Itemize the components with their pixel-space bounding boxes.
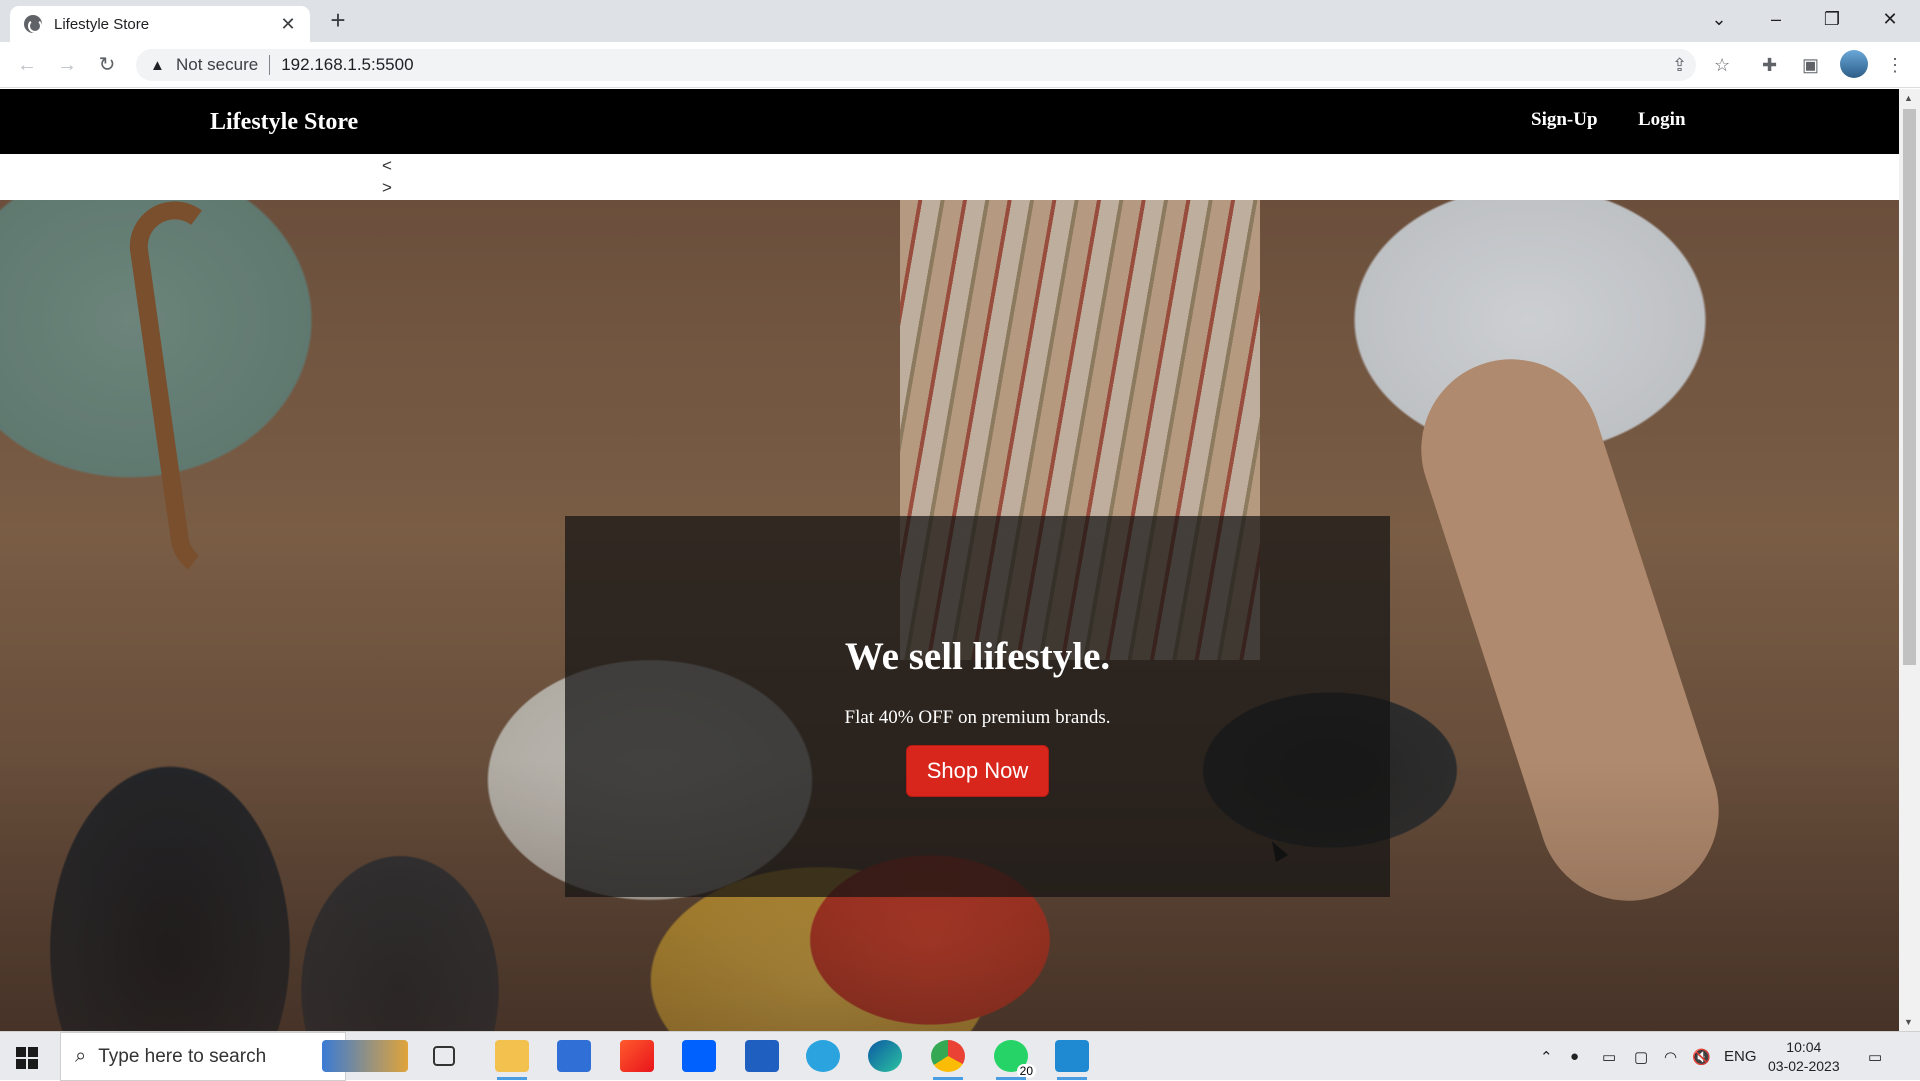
taskbar-search[interactable]: ⌕ Type here to search xyxy=(60,1032,346,1081)
carousel-controls: < > xyxy=(382,155,392,199)
carousel-prev[interactable]: < xyxy=(382,155,392,177)
browser-tab-strip: Lifestyle Store ✕ + ⌄ – ❐ ✕ xyxy=(0,0,1920,42)
edge-icon[interactable] xyxy=(868,1040,902,1072)
forward-arrow-icon[interactable]: → xyxy=(52,50,82,80)
carousel-next[interactable]: > xyxy=(382,177,392,199)
login-link[interactable]: Login xyxy=(1638,109,1686,131)
restore-button[interactable]: ❐ xyxy=(1808,0,1856,40)
side-panel-icon[interactable]: ▣ xyxy=(1802,55,1819,76)
new-tab-button[interactable]: + xyxy=(324,7,352,35)
telegram-icon[interactable] xyxy=(806,1040,840,1072)
meet-now-icon[interactable]: ▢ xyxy=(1634,1048,1648,1066)
scroll-up-arrow-icon[interactable]: ▲ xyxy=(1904,93,1913,103)
task-view-icon[interactable] xyxy=(433,1046,455,1066)
banner-heading: We sell lifestyle. xyxy=(844,635,1111,678)
wifi-icon[interactable]: ◠ xyxy=(1664,1048,1677,1066)
file-explorer-icon[interactable] xyxy=(495,1040,529,1080)
close-tab-icon[interactable]: ✕ xyxy=(278,14,298,35)
windows-start-icon[interactable] xyxy=(16,1047,38,1069)
search-icon: ⌕ xyxy=(75,1045,87,1067)
menu-kebab-icon[interactable]: ⋮ xyxy=(1886,55,1904,76)
close-window-button[interactable]: ✕ xyxy=(1866,0,1914,40)
whatsapp-icon[interactable]: 20 xyxy=(994,1040,1036,1080)
signup-link[interactable]: Sign-Up xyxy=(1531,109,1598,131)
page-scrollbar[interactable]: ▲ ▼ xyxy=(1899,89,1920,1031)
browser-tab[interactable]: Lifestyle Store ✕ xyxy=(10,6,310,42)
banner-subtext: Flat 40% OFF on premium brands. xyxy=(844,707,1111,728)
divider xyxy=(269,55,271,75)
profile-avatar[interactable] xyxy=(1840,50,1868,78)
scrollbar-thumb[interactable] xyxy=(1903,109,1916,665)
web-page: Lifestyle Store Sign-Up Login < > We sel… xyxy=(0,89,1899,1031)
volume-muted-icon[interactable]: 🔇 xyxy=(1692,1048,1711,1066)
share-icon[interactable]: ⇪ xyxy=(1672,55,1687,76)
browser-toolbar: ← → ↻ ▲ Not secure 192.168.1.5:5500 ⇪ ☆ … xyxy=(0,42,1920,88)
git-app-icon[interactable] xyxy=(620,1040,654,1072)
globe-icon xyxy=(24,15,42,33)
mail-icon[interactable] xyxy=(557,1040,591,1072)
battery-icon[interactable]: ▭ xyxy=(1602,1048,1616,1066)
bookmark-star-icon[interactable]: ☆ xyxy=(1714,55,1730,76)
dropbox-icon[interactable] xyxy=(682,1040,716,1072)
reload-icon[interactable]: ↻ xyxy=(92,50,122,80)
tab-search-icon[interactable]: ⌄ xyxy=(1695,0,1743,40)
tab-title: Lifestyle Store xyxy=(54,15,150,33)
windows-taskbar: ⌕ Type here to search 20 ⌃ ● ▭ ▢ ◠ 🔇 ENG… xyxy=(0,1031,1920,1081)
security-label[interactable]: Not secure xyxy=(176,55,258,75)
news-widget-icon[interactable] xyxy=(322,1040,408,1072)
system-clock[interactable]: 10:04 03-02-2023 xyxy=(1768,1038,1840,1076)
power-automate-icon[interactable] xyxy=(745,1040,779,1072)
shop-now-button[interactable]: Shop Now xyxy=(905,745,1050,797)
search-placeholder: Type here to search xyxy=(98,1045,267,1067)
url-text[interactable]: 192.168.1.5:5500 xyxy=(281,55,413,75)
language-indicator[interactable]: ENG xyxy=(1724,1048,1757,1065)
show-hidden-icons[interactable]: ⌃ xyxy=(1540,1048,1553,1066)
notifications-icon[interactable]: ▭ xyxy=(1868,1048,1882,1066)
scroll-down-arrow-icon[interactable]: ▼ xyxy=(1904,1017,1913,1027)
promo-banner: We sell lifestyle. Flat 40% OFF on premi… xyxy=(565,516,1390,897)
address-bar[interactable]: ▲ Not secure 192.168.1.5:5500 xyxy=(136,49,1696,81)
clock-date: 03-02-2023 xyxy=(1768,1058,1840,1074)
extensions-icon[interactable]: ✚ xyxy=(1762,55,1777,76)
vscode-icon[interactable] xyxy=(1055,1040,1089,1080)
minimize-button[interactable]: – xyxy=(1752,0,1800,40)
brand-link[interactable]: Lifestyle Store xyxy=(210,109,358,136)
warning-icon[interactable]: ▲ xyxy=(150,57,166,74)
hero-image: We sell lifestyle. Flat 40% OFF on premi… xyxy=(0,200,1899,1031)
chrome-tray-icon[interactable]: ● xyxy=(1570,1048,1579,1065)
whatsapp-badge: 20 xyxy=(1016,1064,1036,1078)
site-navbar: Lifestyle Store Sign-Up Login xyxy=(0,89,1899,154)
clock-time: 10:04 xyxy=(1786,1039,1822,1055)
chrome-icon[interactable] xyxy=(931,1040,965,1080)
back-arrow-icon[interactable]: ← xyxy=(12,50,42,80)
